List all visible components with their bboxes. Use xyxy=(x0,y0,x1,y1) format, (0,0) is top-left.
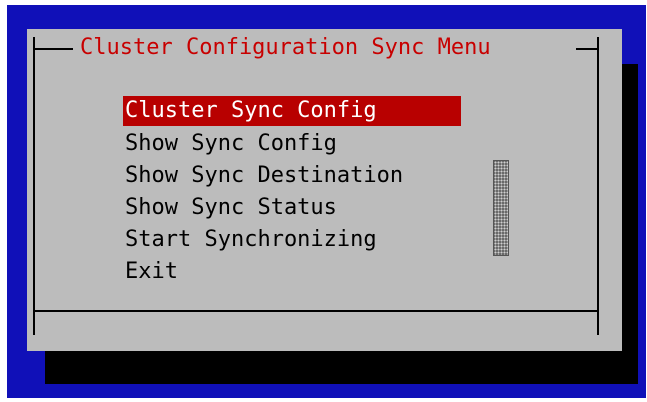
scrollbar-thumb-icon[interactable] xyxy=(493,160,509,256)
dialog-title: Cluster Configuration Sync Menu xyxy=(76,35,495,61)
menu-item-show-sync-status[interactable]: Show Sync Status xyxy=(123,192,461,224)
menu-list: Cluster Sync Config Show Sync Config Sho… xyxy=(123,96,461,288)
menu-item-start-synchronizing[interactable]: Start Synchronizing xyxy=(123,224,461,256)
menu-item-show-sync-config[interactable]: Show Sync Config xyxy=(123,128,461,160)
frame-top-right xyxy=(576,48,599,50)
menu-item-cluster-sync-config[interactable]: Cluster Sync Config xyxy=(123,96,461,126)
frame-left xyxy=(33,48,35,335)
frame-bottom-right-tick xyxy=(597,300,599,335)
frame-bottom-left-tick xyxy=(33,300,35,335)
menu-item-exit[interactable]: Exit xyxy=(123,256,461,288)
frame-bottom xyxy=(33,310,599,312)
frame-right xyxy=(597,48,599,335)
menu-item-show-sync-destination[interactable]: Show Sync Destination xyxy=(123,160,461,192)
frame-top-left xyxy=(33,48,73,50)
